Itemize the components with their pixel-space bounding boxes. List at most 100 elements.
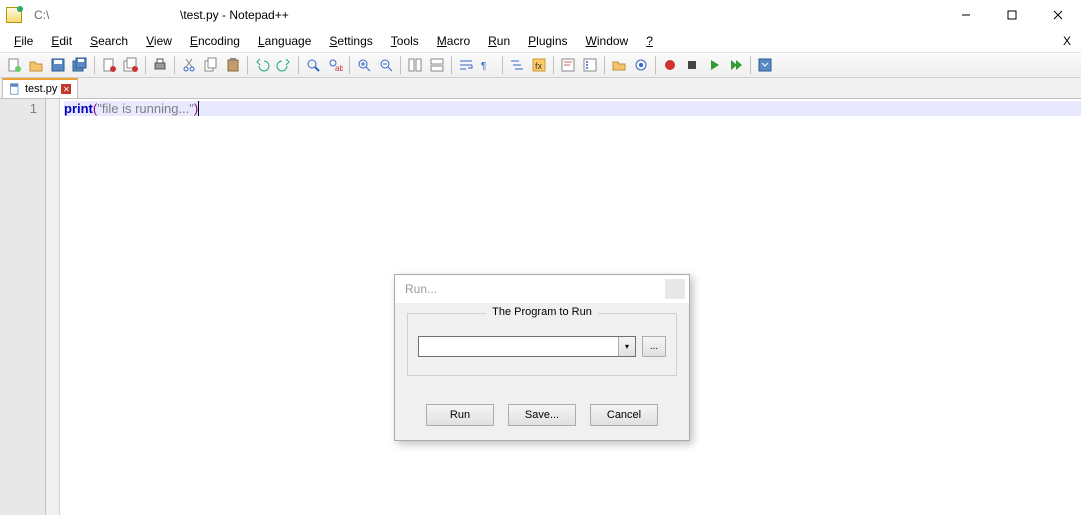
text-cursor bbox=[198, 101, 199, 116]
dialog-close-button[interactable] bbox=[665, 279, 685, 299]
toolbar-zoom-in[interactable] bbox=[354, 55, 374, 75]
toolbar-find[interactable] bbox=[303, 55, 323, 75]
menu-window[interactable]: Window bbox=[578, 32, 637, 50]
svg-text:¶: ¶ bbox=[481, 61, 486, 72]
sync-v-icon bbox=[407, 57, 423, 73]
menu-search[interactable]: Search bbox=[82, 32, 136, 50]
title-bar: C:\ \test.py - Notepad++ bbox=[0, 0, 1081, 30]
maximize-icon bbox=[1007, 10, 1017, 20]
menu-help[interactable]: ? bbox=[638, 32, 661, 50]
close-icon bbox=[1053, 10, 1063, 20]
toolbar-paste[interactable] bbox=[223, 55, 243, 75]
toolbar-lang[interactable]: fx bbox=[529, 55, 549, 75]
tab-bar: test.py ✕ bbox=[0, 78, 1081, 99]
toolbar-new-file[interactable] bbox=[4, 55, 24, 75]
close-button[interactable] bbox=[1035, 0, 1081, 30]
dialog-buttons: Run Save... Cancel bbox=[407, 404, 677, 426]
menu-encoding[interactable]: Encoding bbox=[182, 32, 248, 50]
dialog-body: The Program to Run ▾ ... Run Save... Can… bbox=[395, 303, 689, 440]
toolbar-separator bbox=[553, 56, 554, 74]
toolbar-doc-map[interactable] bbox=[558, 55, 578, 75]
combobox-arrow[interactable]: ▾ bbox=[618, 337, 635, 356]
toolbar-monitor[interactable] bbox=[631, 55, 651, 75]
tab-close-icon[interactable]: ✕ bbox=[61, 84, 71, 94]
all-chars-icon: ¶ bbox=[480, 57, 496, 73]
toolbar-indent-guide[interactable] bbox=[507, 55, 527, 75]
toolbar-redo[interactable] bbox=[274, 55, 294, 75]
toolbar-close[interactable] bbox=[99, 55, 119, 75]
toolbar-wrap[interactable] bbox=[456, 55, 476, 75]
toolbar-open-file[interactable] bbox=[26, 55, 46, 75]
toolbar-separator bbox=[174, 56, 175, 74]
func-list-icon bbox=[582, 57, 598, 73]
save-all-icon bbox=[72, 57, 88, 73]
paste-icon bbox=[225, 57, 241, 73]
minimize-button[interactable] bbox=[943, 0, 989, 30]
toolbar-folder[interactable] bbox=[609, 55, 629, 75]
toolbar-sync-h[interactable] bbox=[427, 55, 447, 75]
menu-settings[interactable]: Settings bbox=[321, 32, 380, 50]
menu-tools[interactable]: Tools bbox=[383, 32, 427, 50]
toolbar-separator bbox=[750, 56, 751, 74]
find-icon bbox=[305, 57, 321, 73]
toolbar-func-list[interactable] bbox=[580, 55, 600, 75]
cancel-button[interactable]: Cancel bbox=[590, 404, 658, 426]
redo-icon bbox=[276, 57, 292, 73]
copy-icon bbox=[203, 57, 219, 73]
toolbar-copy[interactable] bbox=[201, 55, 221, 75]
file-icon bbox=[9, 83, 21, 95]
cut-icon bbox=[181, 57, 197, 73]
window-controls bbox=[943, 0, 1081, 30]
close-all-icon bbox=[123, 57, 139, 73]
menu-plugins[interactable]: Plugins bbox=[520, 32, 575, 50]
svg-text:ab: ab bbox=[335, 64, 343, 73]
dialog-title-bar[interactable]: Run... bbox=[395, 275, 689, 303]
tab-test-py[interactable]: test.py ✕ bbox=[2, 78, 78, 98]
minimize-icon bbox=[961, 10, 971, 20]
maximize-button[interactable] bbox=[989, 0, 1035, 30]
browse-button[interactable]: ... bbox=[642, 336, 666, 357]
menu-bar: File Edit Search View Encoding Language … bbox=[0, 30, 1081, 52]
line-gutter: 1 bbox=[0, 99, 46, 515]
toolbar-cut[interactable] bbox=[179, 55, 199, 75]
toolbar-play-multi[interactable] bbox=[726, 55, 746, 75]
toolbar-close-all[interactable] bbox=[121, 55, 141, 75]
code-line: print("file is running...") bbox=[64, 101, 1081, 116]
toolbar-replace[interactable]: ab bbox=[325, 55, 345, 75]
program-combobox[interactable]: ▾ bbox=[418, 336, 636, 357]
menu-overflow[interactable]: X bbox=[1063, 34, 1071, 48]
menu-edit[interactable]: Edit bbox=[43, 32, 80, 50]
title-path: C:\ bbox=[34, 8, 49, 22]
save-button[interactable]: Save... bbox=[508, 404, 576, 426]
toolbar-play[interactable] bbox=[704, 55, 724, 75]
toolbar-separator bbox=[349, 56, 350, 74]
svg-text:fx: fx bbox=[535, 61, 543, 71]
app-icon bbox=[6, 7, 22, 23]
replace-icon: ab bbox=[327, 57, 343, 73]
toolbar-sync-v[interactable] bbox=[405, 55, 425, 75]
toolbar-print[interactable] bbox=[150, 55, 170, 75]
dialog-title: Run... bbox=[405, 282, 437, 296]
menu-run[interactable]: Run bbox=[480, 32, 518, 50]
menu-language[interactable]: Language bbox=[250, 32, 319, 50]
menu-macro[interactable]: Macro bbox=[429, 32, 478, 50]
menu-view[interactable]: View bbox=[138, 32, 180, 50]
run-button[interactable]: Run bbox=[426, 404, 494, 426]
toolbar-save-all[interactable] bbox=[70, 55, 90, 75]
new-file-icon bbox=[6, 57, 22, 73]
monitor-icon bbox=[633, 57, 649, 73]
toolbar-zoom-out[interactable] bbox=[376, 55, 396, 75]
toolbar-all-chars[interactable]: ¶ bbox=[478, 55, 498, 75]
toolbar-stop[interactable] bbox=[682, 55, 702, 75]
toolbar-save-macro[interactable] bbox=[755, 55, 775, 75]
run-dialog: Run... The Program to Run ▾ ... Run Save… bbox=[394, 274, 690, 441]
tab-label: test.py bbox=[25, 83, 57, 95]
toolbar-undo[interactable] bbox=[252, 55, 272, 75]
menu-file[interactable]: File bbox=[6, 32, 41, 50]
toolbar-separator bbox=[247, 56, 248, 74]
lang-icon: fx bbox=[531, 57, 547, 73]
toolbar-record[interactable] bbox=[660, 55, 680, 75]
fieldset-legend: The Program to Run bbox=[486, 306, 598, 318]
toolbar-save[interactable] bbox=[48, 55, 68, 75]
wrap-icon bbox=[458, 57, 474, 73]
